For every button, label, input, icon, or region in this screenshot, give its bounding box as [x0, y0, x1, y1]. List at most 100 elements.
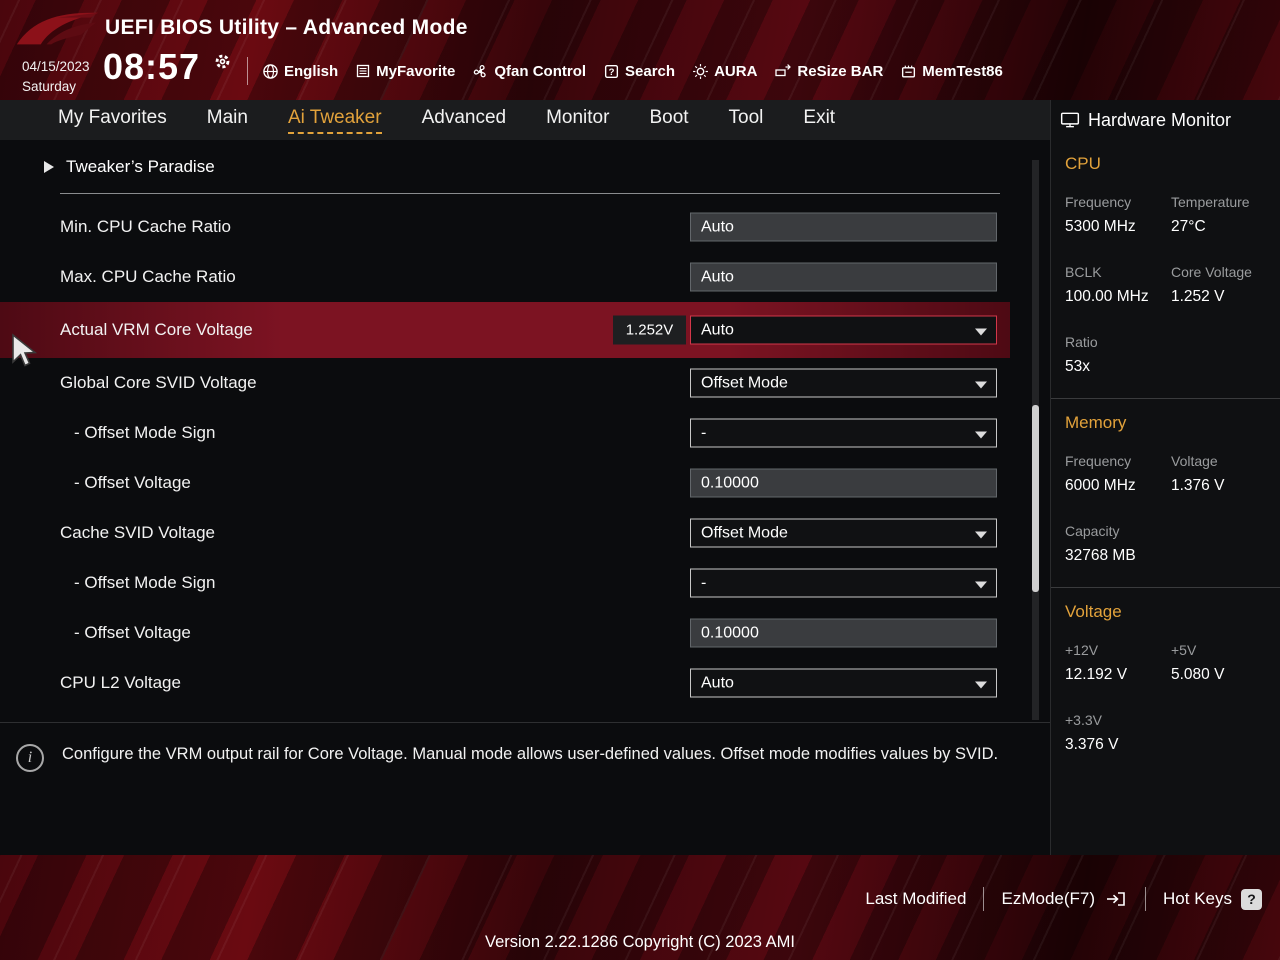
menu-bar: My Favorites Main Ai Tweaker Advanced Mo…: [0, 100, 1050, 140]
setting-label: - Offset Mode Sign: [74, 573, 216, 592]
hot-keys-button[interactable]: Hot Keys ?: [1163, 888, 1262, 910]
actual-vrm-core-voltage-select[interactable]: Auto: [690, 315, 997, 345]
memtest-button[interactable]: MemTest86: [900, 63, 1003, 80]
hw-item: BCLK 100.00 MHz: [1065, 264, 1149, 305]
main-area: My Favorites Main Ai Tweaker Advanced Mo…: [0, 100, 1280, 855]
offset-mode-sign-select-2[interactable]: -: [690, 568, 997, 598]
tab-advanced[interactable]: Advanced: [402, 100, 527, 140]
footer-divider: [983, 887, 985, 911]
setting-row-max-cpu-cache-ratio[interactable]: Max. CPU Cache Ratio Auto: [0, 252, 1050, 302]
setting-row-cpu-l2-voltage[interactable]: CPU L2 Voltage Auto: [0, 658, 1050, 708]
setting-label: CPU L2 Voltage: [60, 673, 181, 692]
version-text: Version 2.22.1286 Copyright (C) 2023 AMI: [484, 933, 795, 951]
aura-label: AURA: [714, 62, 758, 80]
hw-item: +12V 12.192 V: [1065, 642, 1128, 683]
setting-label: - Offset Mode Sign: [74, 423, 216, 442]
hw-item: +5V 5.080 V: [1171, 642, 1225, 683]
hardware-monitor-panel: Hardware Monitor CPU Frequency 5300 MHz …: [1050, 100, 1280, 855]
setting-row-offset-mode-sign-2[interactable]: - Offset Mode Sign -: [0, 558, 1050, 608]
hw-item: +3.3V 3.376 V: [1065, 712, 1119, 753]
memtest-label: MemTest86: [922, 62, 1003, 80]
setting-label: - Offset Voltage: [74, 473, 191, 492]
setting-row-offset-voltage-1[interactable]: - Offset Voltage 0.10000: [0, 458, 1050, 508]
chevron-down-icon: [975, 431, 987, 438]
favorites-list-icon: [357, 64, 370, 78]
gear-icon[interactable]: [213, 52, 232, 71]
breadcrumb-label: Tweaker’s Paradise: [66, 157, 215, 176]
last-modified-button[interactable]: Last Modified: [865, 889, 966, 909]
setting-label: Actual VRM Core Voltage: [60, 320, 253, 339]
resize-bar-button[interactable]: ReSize BAR: [774, 63, 883, 80]
hw-item: Core Voltage 1.252 V: [1171, 264, 1252, 305]
setting-label: Cache SVID Voltage: [60, 523, 215, 542]
min-cpu-cache-ratio-input[interactable]: Auto: [690, 212, 997, 242]
setting-row-global-core-svid-voltage[interactable]: Global Core SVID Voltage Offset Mode: [0, 358, 1050, 408]
setting-row-actual-vrm-core-voltage[interactable]: Actual VRM Core Voltage 1.252V Auto: [0, 302, 1010, 358]
tab-boot[interactable]: Boot: [629, 100, 708, 140]
header: UEFI BIOS Utility – Advanced Mode 04/15/…: [0, 0, 1280, 100]
hot-keys-label: Hot Keys: [1163, 889, 1232, 908]
setting-label: Global Core SVID Voltage: [60, 373, 257, 392]
offset-voltage-input-2[interactable]: 0.10000: [690, 618, 997, 648]
date-display: 04/15/2023 Saturday: [22, 59, 90, 95]
resize-bar-label: ReSize BAR: [797, 62, 884, 80]
footer-divider: [1145, 887, 1147, 911]
hw-item: Frequency 5300 MHz: [1065, 194, 1136, 235]
tab-main[interactable]: Main: [187, 100, 268, 140]
search-label: Search: [625, 62, 676, 80]
search-button[interactable]: ? Search: [603, 63, 675, 80]
scrollbar-thumb[interactable]: [1032, 405, 1039, 592]
settings-list: Min. CPU Cache Ratio Auto Max. CPU Cache…: [0, 202, 1050, 708]
settings-panel: Tweaker’s Paradise Min. CPU Cache Ratio …: [0, 140, 1050, 722]
language-button[interactable]: English: [262, 63, 338, 80]
mouse-cursor: [12, 333, 38, 367]
hardware-monitor-title: Hardware Monitor: [1088, 109, 1232, 130]
resize-bar-icon: [775, 64, 792, 77]
language-label: English: [284, 62, 339, 80]
offset-voltage-input-1[interactable]: 0.10000: [690, 468, 997, 498]
tab-ai-tweaker[interactable]: Ai Tweaker: [268, 100, 402, 140]
setting-label: Min. CPU Cache Ratio: [60, 217, 232, 236]
chevron-down-icon: [975, 681, 987, 688]
tab-monitor[interactable]: Monitor: [526, 100, 629, 140]
cache-svid-voltage-select[interactable]: Offset Mode: [690, 518, 997, 548]
global-core-svid-voltage-select[interactable]: Offset Mode: [690, 368, 997, 398]
footer: Last Modified EzMode(F7) Hot Keys ? Vers…: [0, 855, 1280, 960]
content-column: My Favorites Main Ai Tweaker Advanced Mo…: [0, 100, 1050, 855]
setting-label: - Offset Voltage: [74, 623, 191, 642]
hw-section-voltage: Voltage +12V 12.192 V +5V 5.080 V +3.3V …: [1051, 588, 1280, 776]
hw-section-cpu: CPU Frequency 5300 MHz Temperature 27°C …: [1051, 140, 1280, 399]
hw-item: Temperature 27°C: [1171, 194, 1250, 235]
max-cpu-cache-ratio-input[interactable]: Auto: [690, 262, 997, 292]
tab-exit[interactable]: Exit: [783, 100, 855, 140]
setting-row-offset-mode-sign-1[interactable]: - Offset Mode Sign -: [0, 408, 1050, 458]
setting-row-cache-svid-voltage[interactable]: Cache SVID Voltage Offset Mode: [0, 508, 1050, 558]
aura-icon: [693, 63, 709, 79]
section-divider: [60, 193, 1000, 194]
qfan-control-button[interactable]: Qfan Control: [472, 63, 586, 80]
time-display: 08:57: [103, 46, 201, 87]
breadcrumb[interactable]: Tweaker’s Paradise: [0, 152, 1050, 182]
chevron-down-icon: [975, 581, 987, 588]
header-divider: [247, 57, 248, 85]
help-text: Configure the VRM output rail for Core V…: [62, 745, 999, 763]
memtest-icon: [902, 65, 916, 78]
hw-item: Capacity 32768 MB: [1065, 523, 1136, 564]
cpu-l2-voltage-select[interactable]: Auto: [690, 668, 997, 698]
tab-my-favorites[interactable]: My Favorites: [38, 100, 187, 140]
setting-row-min-cpu-cache-ratio[interactable]: Min. CPU Cache Ratio Auto: [0, 202, 1050, 252]
chevron-down-icon: [975, 328, 987, 335]
hw-item: Ratio 53x: [1065, 334, 1098, 375]
ezmode-arrow-icon: [1107, 892, 1125, 906]
setting-row-offset-voltage-2[interactable]: - Offset Voltage 0.10000: [0, 608, 1050, 658]
info-icon: i: [16, 744, 44, 772]
vrm-voltage-readout: 1.252V: [613, 315, 686, 345]
ezmode-label: EzMode(F7): [1001, 889, 1096, 908]
tab-tool[interactable]: Tool: [709, 100, 784, 140]
hw-item: Voltage 1.376 V: [1171, 453, 1225, 494]
page-title: UEFI BIOS Utility – Advanced Mode: [105, 16, 468, 39]
aura-button[interactable]: AURA: [692, 63, 757, 80]
ezmode-button[interactable]: EzMode(F7): [1001, 889, 1128, 909]
offset-mode-sign-select-1[interactable]: -: [690, 418, 997, 448]
myfavorite-button[interactable]: MyFavorite: [355, 63, 455, 80]
